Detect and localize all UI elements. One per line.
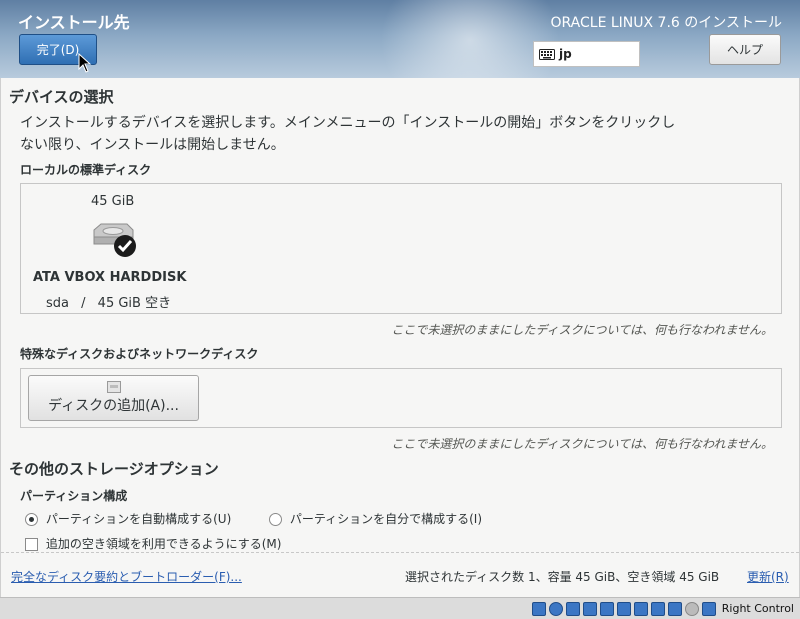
specialized-disks-title: 特殊なディスクおよびネットワークディスク (20, 347, 259, 361)
device-selection-description-2: ない限り、インストールは開始しません。 (20, 137, 285, 153)
disk-info-separator: / (81, 296, 86, 311)
disk-free-space: 45 GiB 空き (97, 296, 172, 311)
local-disks-panel: 45 GiB ATA VBOX HARDDISK sda / 45 GiB 空き (20, 183, 782, 314)
auto-partitioning-label: パーティションを自動構成する(U) (45, 512, 232, 526)
manual-partitioning-label: パーティションを自分で構成する(I) (289, 512, 483, 526)
auto-partitioning-option[interactable]: パーティションを自動構成する(U) (25, 510, 231, 527)
network-icon[interactable] (582, 601, 597, 616)
full-disk-summary-link[interactable]: 完全なディスク要約とブートローダー(F)... (11, 568, 242, 585)
display-icon[interactable] (633, 601, 648, 616)
vm-status-bar: Right Control (0, 597, 800, 619)
product-title: ORACLE LINUX 7.6 のインストール (550, 15, 782, 31)
footer-separator (1, 552, 799, 553)
reclaim-space-option[interactable]: 追加の空き領域を利用できるようにする(M) (25, 535, 281, 552)
auto-partitioning-radio[interactable] (25, 513, 38, 526)
disk-size: 45 GiB (91, 194, 135, 209)
add-disk-button[interactable]: ディスクの追加(A)... (28, 375, 199, 421)
add-disk-label: ディスクの追加(A)... (48, 398, 179, 414)
virtualization-icon[interactable] (667, 601, 682, 616)
selected-disks-summary: 選択されたディスク数 1、容量 45 GiB、空き領域 45 GiB (405, 570, 720, 584)
spoke-title: インストール先 (18, 13, 130, 32)
disk-device-info: sda / 45 GiB 空き (46, 292, 171, 311)
header-bar: インストール先 完了(D) ORACLE LINUX 7.6 のインストール j… (0, 0, 800, 78)
keyboard-icon (539, 48, 555, 60)
host-key-indicator-icon[interactable] (701, 601, 716, 616)
video-capture-icon[interactable] (650, 601, 665, 616)
harddisk-selected-icon (93, 223, 136, 257)
keyboard-layout-indicator[interactable]: jp (533, 41, 640, 67)
shared-folders-icon[interactable] (616, 601, 631, 616)
specialized-disks-panel: ディスクの追加(A)... (20, 368, 782, 428)
refresh-link[interactable]: 更新(R) (747, 568, 789, 585)
disk-device: sda (46, 296, 69, 311)
other-storage-options-title: その他のストレージオプション (9, 460, 219, 478)
optical-drive-icon[interactable] (548, 601, 563, 616)
mouse-cursor-icon (78, 53, 92, 73)
hard-disk-activity-icon[interactable] (531, 601, 546, 616)
manual-partitioning-radio[interactable] (269, 513, 282, 526)
device-selection-title: デバイスの選択 (9, 88, 114, 106)
usb-icon[interactable] (599, 601, 614, 616)
reclaim-space-label: 追加の空き領域を利用できるようにする(M) (45, 537, 282, 551)
disk-sda[interactable]: 45 GiB ATA VBOX HARDDISK sda / 45 GiB 空き (31, 190, 211, 311)
local-disks-note: ここで未選択のままにしたディスクについては、何も行なわれません。 (391, 323, 773, 337)
mouse-integration-icon[interactable] (684, 601, 699, 616)
host-key-label: Right Control (721, 602, 794, 615)
help-button[interactable]: ヘルプ (709, 34, 781, 65)
specialized-disks-note: ここで未選択のままにしたディスクについては、何も行なわれません。 (391, 437, 773, 451)
local-disks-title: ローカルの標準ディスク (20, 163, 152, 177)
main-content: デバイスの選択 インストールするデバイスを選択します。メインメニューの「インスト… (0, 78, 800, 597)
disk-name: ATA VBOX HARDDISK (33, 270, 187, 285)
keyboard-layout-label: jp (559, 47, 572, 61)
add-disk-icon (106, 381, 121, 393)
reclaim-space-checkbox[interactable] (25, 538, 38, 551)
device-selection-description-1: インストールするデバイスを選択します。メインメニューの「インストールの開始」ボタ… (20, 115, 676, 131)
manual-partitioning-option[interactable]: パーティションを自分で構成する(I) (269, 510, 482, 527)
partitioning-title: パーティション構成 (20, 489, 128, 503)
audio-icon[interactable] (565, 601, 580, 616)
